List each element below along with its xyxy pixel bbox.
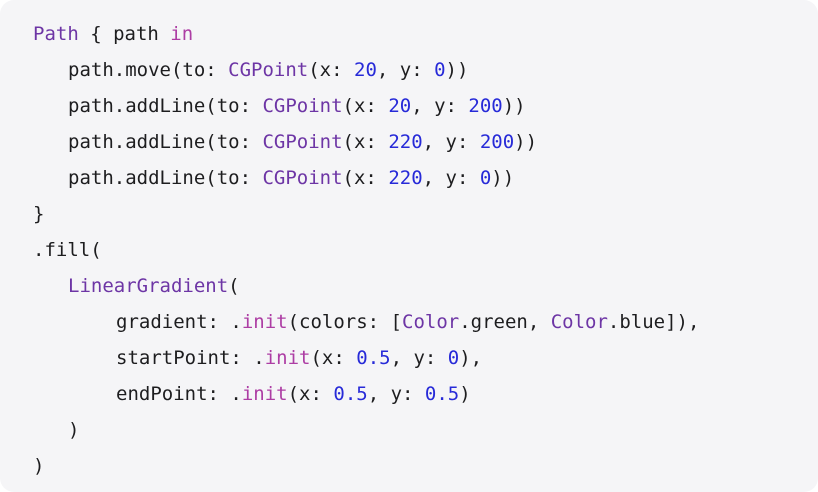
code-block: Path { path in path.move(to: CGPoint(x: 2… bbox=[0, 0, 818, 492]
code-token-number: 0.5 bbox=[356, 347, 391, 369]
code-token-default: (x: bbox=[308, 59, 354, 81]
code-token-default: (x: bbox=[342, 95, 389, 117]
code-token-default: .fill( bbox=[33, 239, 102, 261]
code-line: } bbox=[33, 196, 44, 232]
code-token-default: )) bbox=[514, 131, 538, 153]
code-token-default: , y: bbox=[422, 131, 480, 153]
code-token-default: (x: bbox=[342, 167, 389, 189]
code-line: endPoint: .init(x: 0.5, y: 0.5) bbox=[116, 376, 471, 412]
code-token-type: CGPoint bbox=[228, 59, 309, 81]
code-line: path.move(to: CGPoint(x: 20, y: 0)) bbox=[68, 52, 468, 88]
code-token-default: .blue]), bbox=[607, 311, 700, 333]
code-line: gradient: .init(colors: [Color.green, Co… bbox=[116, 304, 699, 340]
code-token-number: 20 bbox=[354, 59, 377, 81]
code-line: LinearGradient( bbox=[68, 268, 240, 304]
code-line: .fill( bbox=[33, 232, 102, 268]
code-token-number: 200 bbox=[468, 95, 503, 117]
code-token-type: CGPoint bbox=[262, 95, 343, 117]
code-token-default: .green, bbox=[459, 311, 551, 333]
code-token-keyword: init bbox=[264, 347, 311, 369]
code-token-default: , y: bbox=[367, 383, 425, 405]
code-token-number: 200 bbox=[479, 131, 515, 153]
code-token-keyword: in bbox=[170, 23, 194, 45]
code-token-type: Color bbox=[402, 311, 460, 333]
code-token-number: 220 bbox=[388, 167, 423, 189]
code-line: path.addLine(to: CGPoint(x: 20, y: 200)) bbox=[68, 88, 526, 124]
code-line: Path { path in bbox=[33, 16, 193, 52]
code-token-default: )) bbox=[491, 167, 515, 189]
code-token-default: , y: bbox=[376, 59, 435, 81]
code-token-number: 0 bbox=[434, 59, 446, 81]
code-token-default: path.move(to: bbox=[68, 59, 229, 81]
code-token-default: gradient: . bbox=[116, 311, 242, 333]
code-token-default: , y: bbox=[411, 95, 469, 117]
code-token-default: ) bbox=[459, 383, 471, 405]
code-token-number: 0.5 bbox=[333, 383, 368, 405]
code-token-keyword: init bbox=[241, 383, 288, 405]
code-token-type: CGPoint bbox=[262, 131, 343, 153]
code-line: path.addLine(to: CGPoint(x: 220, y: 0)) bbox=[68, 160, 514, 196]
code-token-number: 0 bbox=[447, 347, 460, 369]
code-token-default: , y: bbox=[422, 167, 480, 189]
code-token-number: 0.5 bbox=[424, 383, 460, 405]
code-token-default: (x: bbox=[310, 347, 357, 369]
code-token-default: startPoint: . bbox=[116, 347, 265, 369]
code-token-default: (x: bbox=[342, 131, 389, 153]
code-line: ) bbox=[68, 412, 79, 448]
code-token-type: LinearGradient bbox=[68, 275, 229, 297]
code-token-default: (colors: [ bbox=[287, 311, 402, 333]
code-token-default: (x: bbox=[287, 383, 334, 405]
code-token-default: { path bbox=[78, 23, 171, 45]
code-token-default: )) bbox=[502, 95, 526, 117]
code-line: ) bbox=[33, 448, 44, 484]
code-token-type: Color bbox=[550, 311, 608, 333]
code-token-default: ), bbox=[459, 347, 483, 369]
code-token-number: 20 bbox=[388, 95, 412, 117]
code-token-number: 0 bbox=[479, 167, 492, 189]
code-token-default: ) bbox=[68, 419, 80, 441]
code-token-type: Path bbox=[33, 23, 79, 45]
code-token-number: 220 bbox=[388, 131, 423, 153]
code-token-default: endPoint: . bbox=[116, 383, 242, 405]
code-token-type: CGPoint bbox=[262, 167, 343, 189]
code-line: startPoint: .init(x: 0.5, y: 0), bbox=[116, 340, 482, 376]
code-token-default: path.addLine(to: bbox=[68, 131, 263, 153]
code-token-default: path.addLine(to: bbox=[68, 167, 263, 189]
code-token-default: )) bbox=[445, 59, 469, 81]
code-token-default: ( bbox=[228, 275, 240, 297]
code-token-keyword: init bbox=[241, 311, 288, 333]
code-token-default: path.addLine(to: bbox=[68, 95, 263, 117]
code-token-default: } bbox=[33, 203, 45, 225]
code-line: path.addLine(to: CGPoint(x: 220, y: 200)… bbox=[68, 124, 537, 160]
code-token-default: , y: bbox=[390, 347, 448, 369]
code-token-default: ) bbox=[33, 455, 45, 477]
